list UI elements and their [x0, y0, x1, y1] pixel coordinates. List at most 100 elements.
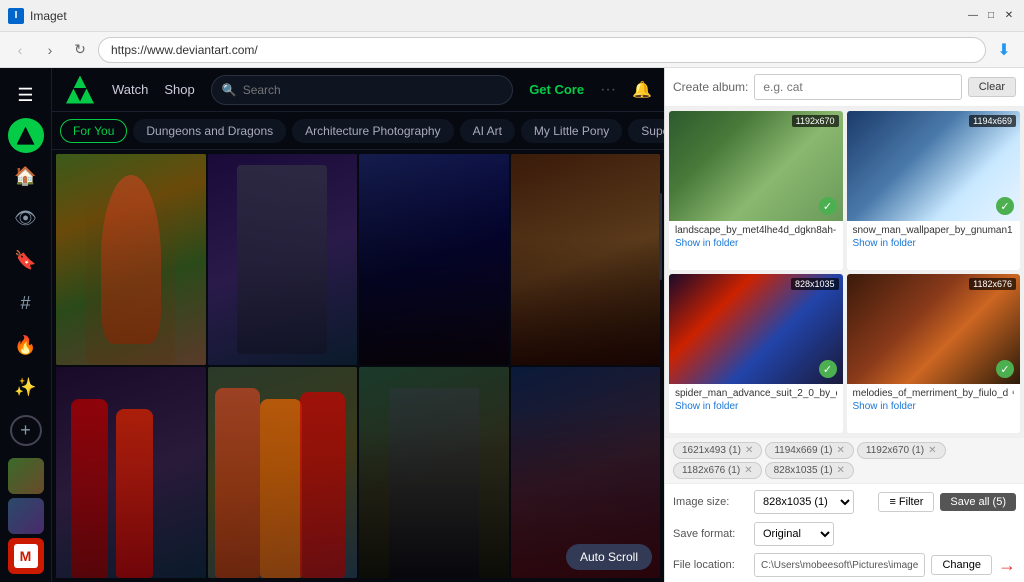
thumbnails-grid: 1192x670 ✓ landscape_by_met4lhe4d_dgkn8a…	[665, 107, 1024, 437]
grid-image-5[interactable]	[56, 367, 206, 578]
thumb-name-1: landscape_by_met4lhe4d_dgkn8ah- ✏	[675, 225, 837, 236]
refresh-button[interactable]: ↻	[68, 38, 92, 62]
sidebar-home-button[interactable]: 🏠	[6, 157, 46, 195]
search-icon: 🔍	[222, 83, 237, 97]
thumb-info-4: melodies_of_merriment_by_fiulo_d ✏ Show …	[847, 384, 1021, 416]
category-superheroes[interactable]: Superheroes	[628, 119, 664, 143]
category-for-you[interactable]: For You	[60, 119, 127, 143]
grid-image-3[interactable]	[359, 154, 509, 365]
thumb-dim-4: 1182x676	[969, 278, 1016, 290]
download-button[interactable]: ⬇	[992, 38, 1016, 62]
category-my-little-pony[interactable]: My Little Pony	[521, 119, 622, 143]
file-location-row: File location: Change →	[673, 552, 1016, 578]
minimize-button[interactable]: —	[966, 9, 980, 23]
da-search-bar[interactable]: 🔍	[211, 75, 513, 105]
imaget-panel: Create album: Clear 1192x670 ✓ landscape…	[664, 68, 1024, 582]
image-size-row: Image size: 828x1035 (1) ≡ Filter Save a…	[673, 488, 1016, 516]
app-icon: I	[8, 8, 24, 24]
notifications-button[interactable]: 🔔	[632, 80, 652, 100]
da-logo-sidebar[interactable]	[8, 118, 44, 153]
size-tag-remove-3[interactable]: ✕	[928, 445, 936, 456]
size-tag-4[interactable]: 1182x676 (1) ✕	[673, 462, 762, 479]
shop-link[interactable]: Shop	[164, 82, 194, 97]
size-tag-remove-5[interactable]: ✕	[837, 465, 845, 476]
size-tag-3[interactable]: 1192x670 (1) ✕	[857, 442, 946, 459]
thumb-show-3[interactable]: Show in folder	[675, 401, 837, 412]
thumb-dim-2: 1194x669	[969, 115, 1016, 127]
sidebar-add-button[interactable]: +	[10, 415, 42, 446]
size-tag-5[interactable]: 828x1035 (1) ✕	[765, 462, 854, 479]
sidebar-thumb-2[interactable]	[8, 498, 44, 534]
filter-button[interactable]: ≡ Filter	[878, 492, 934, 512]
clear-button[interactable]: Clear	[968, 77, 1016, 97]
forward-button[interactable]: ›	[38, 38, 62, 62]
album-row: Create album: Clear	[665, 68, 1024, 107]
thumb-check-1: ✓	[819, 197, 837, 215]
bottom-controls: Image size: 828x1035 (1) ≡ Filter Save a…	[665, 484, 1024, 582]
sidebar-bookmark-button[interactable]: 🔖	[6, 242, 46, 280]
sidebar-eye-button[interactable]: 👁	[6, 199, 46, 237]
thumbnail-1: 1192x670 ✓ landscape_by_met4lhe4d_dgkn8a…	[669, 111, 843, 270]
thumb-img-area-4[interactable]: 1182x676 ✓	[847, 274, 1021, 384]
save-all-button[interactable]: Save all (5)	[940, 493, 1016, 511]
da-header: Watch Shop 🔍 Get Core ··· 🔔	[52, 68, 664, 112]
back-button[interactable]: ‹	[8, 38, 32, 62]
thumb-show-2[interactable]: Show in folder	[853, 238, 1015, 249]
sidebar-thumb-1[interactable]	[8, 458, 44, 494]
url-bar[interactable]	[98, 37, 986, 63]
sidebar-menu-button[interactable]: ☰	[6, 76, 46, 114]
get-core-button[interactable]: Get Core	[529, 82, 584, 97]
scroll-indicator	[659, 193, 662, 279]
thumb-edit-4[interactable]: ✏	[1012, 388, 1014, 399]
deviantart-panel: ☰ 🏠 👁 🔖 # 🔥 ✨ + M	[0, 68, 664, 582]
change-button[interactable]: Change	[931, 555, 992, 575]
thumb-show-4[interactable]: Show in folder	[853, 401, 1015, 412]
thumb-show-1[interactable]: Show in folder	[675, 238, 837, 249]
album-label: Create album:	[673, 80, 748, 94]
category-ai-art[interactable]: AI Art	[460, 119, 515, 143]
grid-image-1[interactable]	[56, 154, 206, 365]
da-nav-links: Watch Shop	[112, 82, 195, 97]
window-controls: — □ ✕	[966, 9, 1016, 23]
search-input[interactable]	[243, 83, 503, 97]
thumb-img-area-1[interactable]: 1192x670 ✓	[669, 111, 843, 221]
album-input[interactable]	[754, 74, 961, 100]
da-logo	[64, 74, 96, 106]
thumb-dim-1: 1192x670	[792, 115, 839, 127]
image-grid: Auto Scroll	[52, 150, 664, 582]
image-size-label: Image size:	[673, 496, 748, 508]
size-tag-remove-2[interactable]: ✕	[837, 445, 845, 456]
file-location-input[interactable]	[754, 553, 925, 577]
category-dungeons[interactable]: Dungeons and Dragons	[133, 119, 286, 143]
maximize-button[interactable]: □	[984, 9, 998, 23]
thumb-name-3: spider_man_advance_suit_2_0_by_d ✏	[675, 388, 837, 399]
size-tag-remove-1[interactable]: ✕	[745, 445, 753, 456]
size-tag-2[interactable]: 1194x669 (1) ✕	[765, 442, 854, 459]
thumbnail-2: 1194x669 ✓ snow_man_wallpaper_by_gnuman1…	[847, 111, 1021, 270]
size-tag-1[interactable]: 1621x493 (1) ✕	[673, 442, 762, 459]
save-format-select[interactable]: Original	[754, 522, 834, 546]
sidebar-hash-button[interactable]: #	[6, 284, 46, 322]
thumbnail-4: 1182x676 ✓ melodies_of_merriment_by_fiul…	[847, 274, 1021, 433]
thumb-info-1: landscape_by_met4lhe4d_dgkn8ah- ✏ Show i…	[669, 221, 843, 253]
thumb-img-area-2[interactable]: 1194x669 ✓	[847, 111, 1021, 221]
category-architecture[interactable]: Architecture Photography	[292, 119, 453, 143]
more-options[interactable]: ···	[600, 81, 616, 99]
image-size-select[interactable]: 828x1035 (1)	[754, 490, 854, 514]
auto-scroll-button[interactable]: Auto Scroll	[566, 544, 652, 570]
grid-image-4[interactable]	[511, 154, 661, 365]
watch-link[interactable]: Watch	[112, 82, 148, 97]
save-format-label: Save format:	[673, 528, 748, 540]
main-layout: ☰ 🏠 👁 🔖 # 🔥 ✨ + M	[0, 68, 1024, 582]
folder-arrow-icon[interactable]: →	[998, 555, 1016, 576]
grid-image-2[interactable]	[208, 154, 358, 365]
sidebar-star-button[interactable]: ✨	[6, 369, 46, 407]
sidebar-thumb-3[interactable]: M	[8, 538, 44, 574]
thumb-img-area-3[interactable]: 828x1035 ✓	[669, 274, 843, 384]
grid-image-6[interactable]	[208, 367, 358, 578]
size-tag-remove-4[interactable]: ✕	[744, 465, 752, 476]
grid-image-7[interactable]	[359, 367, 509, 578]
close-button[interactable]: ✕	[1002, 9, 1016, 23]
thumb-check-2: ✓	[996, 197, 1014, 215]
sidebar-fire-button[interactable]: 🔥	[6, 326, 46, 364]
